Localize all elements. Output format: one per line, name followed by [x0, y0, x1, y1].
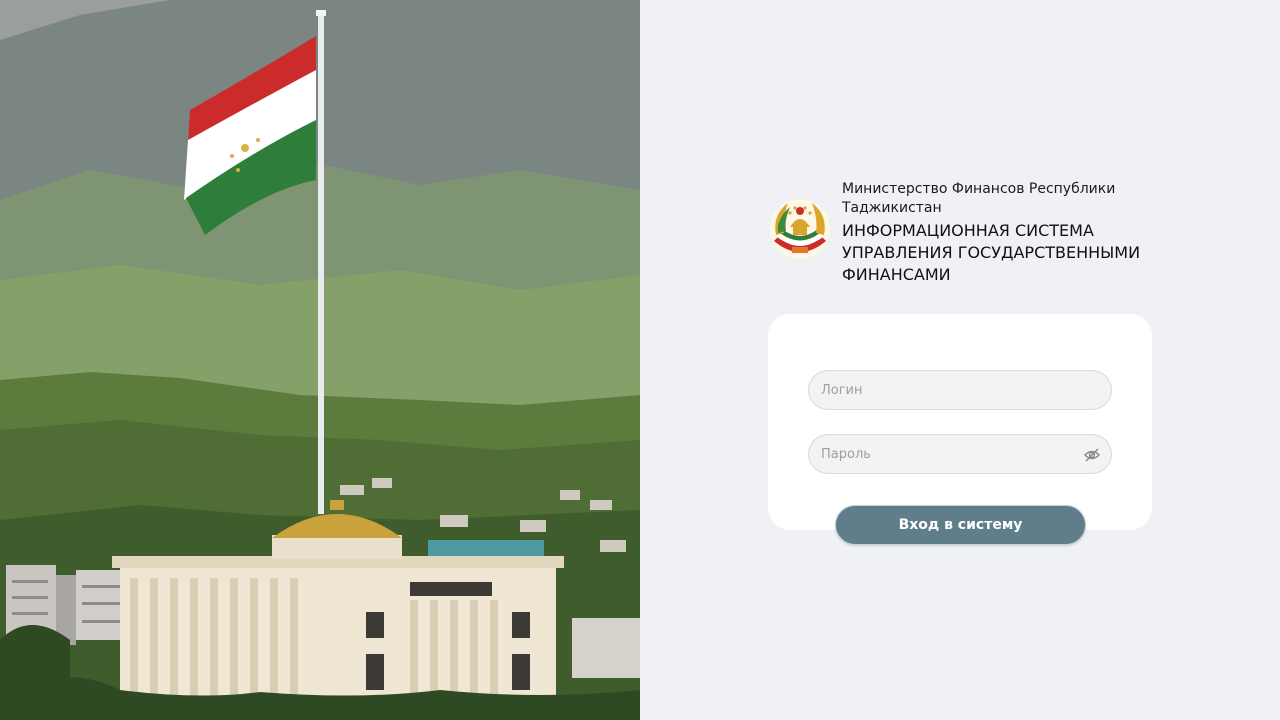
- password-input[interactable]: [809, 435, 1111, 473]
- brand-text: Министерство Финансов Республики Таджики…: [842, 180, 1162, 286]
- login-card: [768, 314, 1152, 530]
- login-input[interactable]: [809, 371, 1111, 409]
- eye-off-icon[interactable]: [1083, 446, 1101, 464]
- background-photo: [0, 0, 640, 720]
- tajik-flag-palace-photo: [0, 0, 640, 720]
- brand-header: Министерство Финансов Республики Таджики…: [768, 180, 1152, 290]
- password-field[interactable]: [808, 434, 1112, 474]
- login-button[interactable]: Вход в систему: [835, 505, 1086, 545]
- login-field[interactable]: [808, 370, 1112, 410]
- tajikistan-coat-of-arms-icon: [768, 197, 832, 261]
- system-title: ИНФОРМАЦИОННАЯ СИСТЕМА УПРАВЛЕНИЯ ГОСУДА…: [842, 221, 1141, 284]
- ministry-name: Министерство Финансов Республики Таджики…: [842, 181, 1116, 216]
